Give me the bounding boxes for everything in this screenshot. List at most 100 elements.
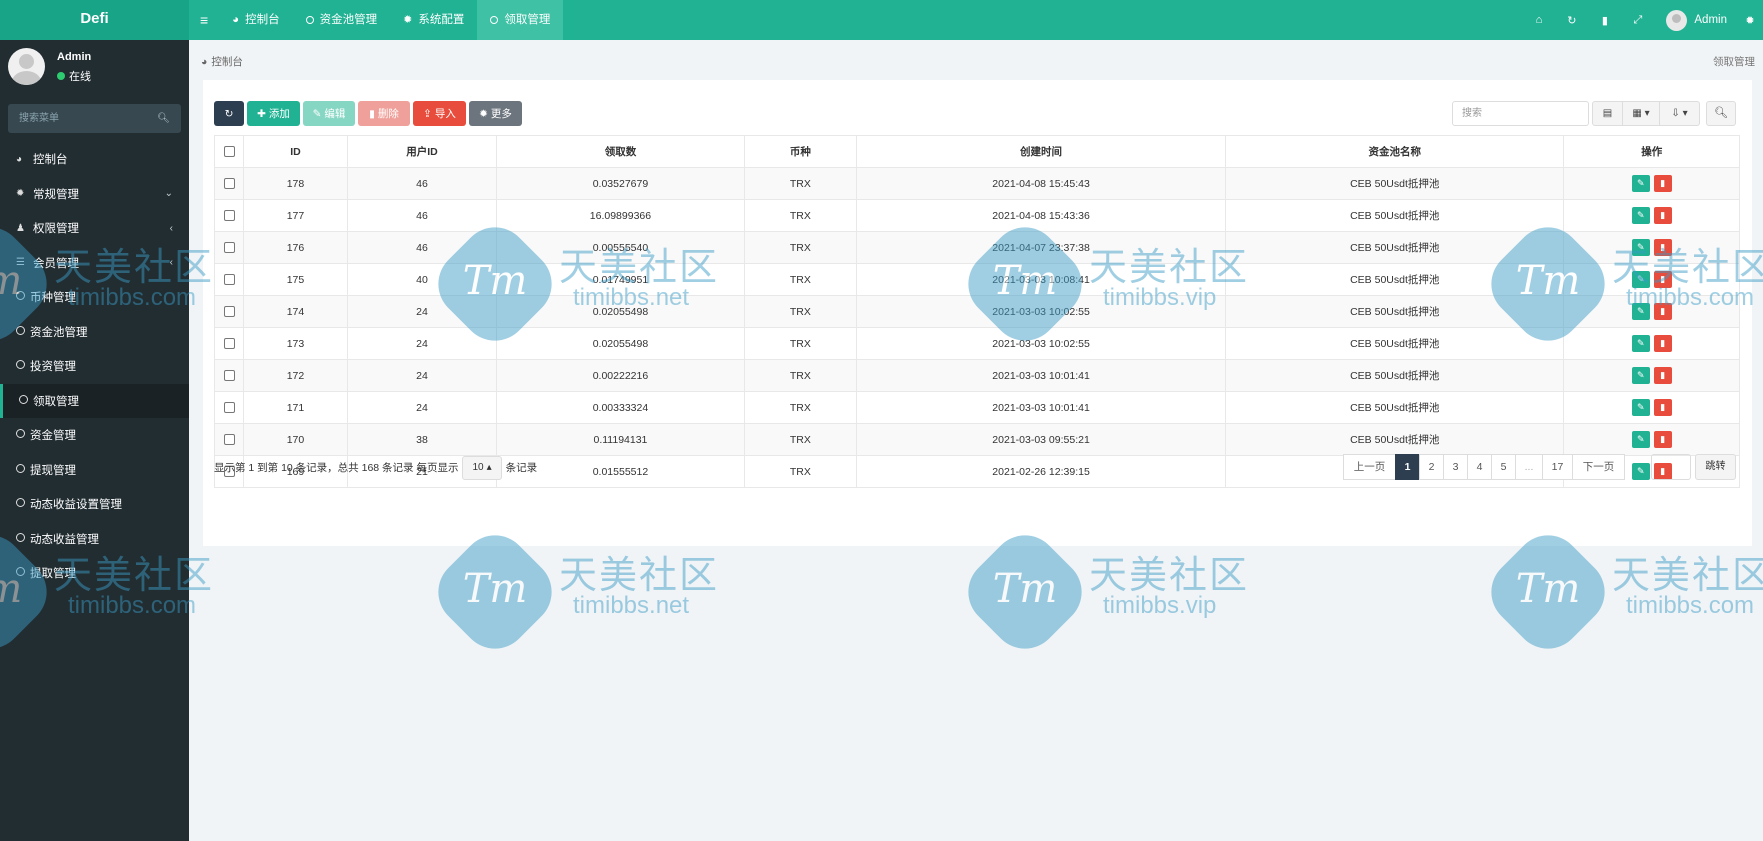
nav-tab-dashboard[interactable]: ◕ 控制台 xyxy=(219,0,292,40)
sidebar-toggle-button[interactable]: ≡ xyxy=(189,0,219,40)
row-checkbox[interactable] xyxy=(223,370,235,382)
page-size-select[interactable]: 10 ▴ xyxy=(462,455,502,480)
sidebar-item-general[interactable]: ✹ 常规管理 ⌄ xyxy=(0,177,189,212)
search-icon[interactable]: 🔍︎ xyxy=(157,104,170,133)
app-logo[interactable]: Defi xyxy=(0,0,189,40)
page-button-5[interactable]: 5 xyxy=(1491,454,1516,480)
row-edit-button[interactable]: ✎ xyxy=(1631,367,1650,384)
toggle-view-button[interactable]: ▤ xyxy=(1592,101,1623,126)
row-delete-button[interactable]: ▮ xyxy=(1653,367,1672,384)
more-button[interactable]: ✹ 更多 xyxy=(469,101,522,126)
menu-search-input[interactable]: 搜索菜单 🔍︎ xyxy=(8,104,181,133)
table-row[interactable]: 177 46 16.09899366 TRX 2021-04-08 15:43:36 CE… xyxy=(213,199,1740,232)
row-delete-button[interactable]: ▮ xyxy=(1653,175,1672,192)
sidebar-item-pool[interactable]: 资金池管理 xyxy=(0,315,189,350)
row-delete-button[interactable]: ▮ xyxy=(1653,303,1672,320)
row-delete-button[interactable]: ▮ xyxy=(1653,207,1672,224)
column-header-amount[interactable]: 领取数 xyxy=(496,135,745,168)
row-edit-button[interactable]: ✎ xyxy=(1631,399,1650,416)
page-button-1[interactable]: 1 xyxy=(1395,454,1420,480)
row-checkbox[interactable] xyxy=(223,306,235,318)
table-search-input[interactable]: 搜索 xyxy=(1452,101,1589,126)
refresh-icon[interactable]: ↻ xyxy=(1555,14,1588,27)
column-header-created[interactable]: 创建时间 xyxy=(856,135,1226,168)
columns-button[interactable]: ▦ ▾ xyxy=(1623,101,1660,126)
table-row[interactable]: 172 24 0.00222216 TRX 2021-03-03 10:01:41 CEB… xyxy=(213,359,1740,392)
trash-icon[interactable]: ▮ xyxy=(1588,14,1621,27)
row-edit-button[interactable]: ✎ xyxy=(1631,271,1650,288)
page-button-17[interactable]: 17 xyxy=(1542,454,1573,480)
prev-page-button[interactable]: 上一页 xyxy=(1343,454,1396,480)
user-menu[interactable]: Admin xyxy=(1654,9,1737,31)
sidebar-item-member[interactable]: ☰ 会员管理 ‹ xyxy=(0,246,189,281)
export-button[interactable]: ⇩ ▾ xyxy=(1660,101,1700,126)
page-button-2[interactable]: 2 xyxy=(1419,454,1444,480)
row-edit-button[interactable]: ✎ xyxy=(1631,463,1650,480)
delete-button[interactable]: ▮ 删除 xyxy=(358,101,410,126)
trash-icon: ▮ xyxy=(1660,434,1666,444)
sidebar-item-dashboard[interactable]: ◕ 控制台 xyxy=(0,142,189,177)
sidebar-item-auth[interactable]: ♟ 权限管理 ‹ xyxy=(0,211,189,246)
row-checkbox[interactable] xyxy=(223,402,235,414)
column-header-user-id[interactable]: 用户ID xyxy=(346,135,498,168)
column-header-coin[interactable]: 币种 xyxy=(743,135,858,168)
row-edit-button[interactable]: ✎ xyxy=(1631,431,1650,448)
row-delete-button[interactable]: ▮ xyxy=(1653,431,1672,448)
page-button-3[interactable]: 3 xyxy=(1443,454,1468,480)
table-search-button[interactable]: 🔍︎ xyxy=(1706,101,1736,126)
sidebar-item-coin[interactable]: 币种管理 xyxy=(0,280,189,315)
column-header-pool[interactable]: 资金池名称 xyxy=(1224,135,1565,168)
table-row[interactable]: 178 46 0.03527679 TRX 2021-04-08 15:45:43 CEB… xyxy=(213,167,1740,200)
sidebar-item-claim[interactable]: 领取管理 xyxy=(0,383,189,418)
jump-button[interactable]: 跳转 xyxy=(1695,454,1736,480)
sidebar-item-dynamic-income[interactable]: 动态收益管理 xyxy=(0,522,189,557)
cell-user-id: 24 xyxy=(346,359,498,392)
row-checkbox[interactable] xyxy=(223,242,235,254)
table-row[interactable]: 176 46 0.00555540 TRX 2021-04-07 23:37:38 CEB… xyxy=(213,231,1740,264)
table-row[interactable]: 174 24 0.02055498 TRX 2021-03-03 10:02:55 CEB… xyxy=(213,295,1740,328)
add-button[interactable]: ✚ 添加 xyxy=(247,101,300,126)
cell-amount: 0.01749951 xyxy=(496,263,745,296)
row-checkbox[interactable] xyxy=(223,338,235,350)
row-checkbox[interactable] xyxy=(223,210,235,222)
row-edit-button[interactable]: ✎ xyxy=(1631,207,1650,224)
sidebar-item-invest[interactable]: 投资管理 xyxy=(0,349,189,384)
row-edit-button[interactable]: ✎ xyxy=(1631,175,1650,192)
breadcrumb-home[interactable]: 控制台 xyxy=(211,54,243,69)
nav-tab-pool[interactable]: 资金池管理 xyxy=(293,0,391,40)
row-delete-button[interactable]: ▮ xyxy=(1653,335,1672,352)
sidebar-item-dynamic-settings[interactable]: 动态收益设置管理 xyxy=(0,487,189,522)
page-button-4[interactable]: 4 xyxy=(1467,454,1492,480)
fullscreen-icon[interactable]: ⤢ xyxy=(1621,14,1654,27)
sidebar-item-funds[interactable]: 资金管理 xyxy=(0,418,189,453)
row-checkbox[interactable] xyxy=(223,178,235,190)
import-button[interactable]: ⇪ 导入 xyxy=(413,101,466,126)
row-checkbox[interactable] xyxy=(223,434,235,446)
table-row[interactable]: 171 24 0.00333324 TRX 2021-03-03 10:01:41 CEB… xyxy=(213,391,1740,424)
row-edit-button[interactable]: ✎ xyxy=(1631,335,1650,352)
edit-button[interactable]: ✎ 编辑 xyxy=(303,101,355,126)
settings-icon[interactable]: ✹ xyxy=(1737,14,1763,27)
nav-tab-config[interactable]: ✹ 系统配置 xyxy=(390,0,477,40)
jump-page-input[interactable] xyxy=(1651,454,1691,480)
row-checkbox[interactable] xyxy=(223,274,235,286)
row-edit-button[interactable]: ✎ xyxy=(1631,303,1650,320)
row-delete-button[interactable]: ▮ xyxy=(1653,271,1672,288)
row-delete-button[interactable]: ▮ xyxy=(1653,399,1672,416)
nav-tab-claim[interactable]: 领取管理 xyxy=(477,0,564,40)
table-row[interactable]: 170 38 0.11194131 TRX 2021-03-03 09:55:21 CEB… xyxy=(213,423,1740,456)
sidebar-item-withdraw[interactable]: 提现管理 xyxy=(0,453,189,488)
table-row[interactable]: 173 24 0.02055498 TRX 2021-03-03 10:02:55 CEB… xyxy=(213,327,1740,360)
sidebar-item-extract[interactable]: 提取管理 xyxy=(0,556,189,591)
row-edit-button[interactable]: ✎ xyxy=(1631,239,1650,256)
row-delete-button[interactable]: ▮ xyxy=(1653,239,1672,256)
select-all-checkbox[interactable] xyxy=(223,146,235,158)
refresh-button[interactable]: ↻ xyxy=(214,101,244,126)
column-header-id[interactable]: ID xyxy=(243,135,348,168)
next-page-button[interactable]: 下一页 xyxy=(1572,454,1625,480)
cell-coin: TRX xyxy=(743,199,858,232)
cell-actions: ✎ ▮ xyxy=(1563,263,1740,296)
home-icon[interactable]: ⌂ xyxy=(1522,14,1555,26)
table-row[interactable]: 175 40 0.01749951 TRX 2021-03-03 10:08:41 CEB… xyxy=(213,263,1740,296)
select-cell xyxy=(213,359,245,392)
